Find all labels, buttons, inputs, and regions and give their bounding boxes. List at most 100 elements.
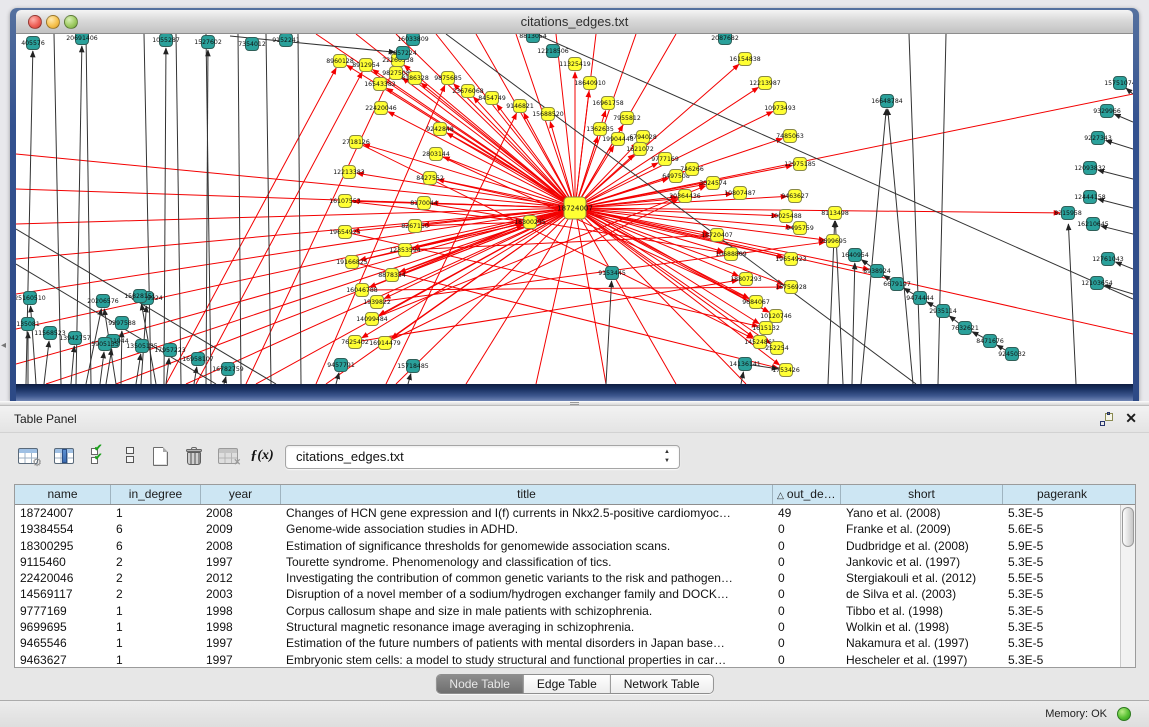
- edge-selected[interactable]: [16, 154, 575, 208]
- graph-node[interactable]: 15718485: [397, 360, 429, 373]
- graph-node-selected[interactable]: 1621072: [626, 143, 654, 156]
- graph-node[interactable]: 12444158: [1074, 191, 1106, 204]
- table-row[interactable]: 1872400712008Changes of HCN gene express…: [15, 505, 1135, 521]
- graph-node-selected[interactable]: 9777169: [651, 153, 679, 166]
- graph-node[interactable]: 16782759: [212, 363, 244, 376]
- float-panel-icon[interactable]: [1100, 413, 1113, 426]
- edge[interactable]: [606, 281, 612, 384]
- graph-node-selected[interactable]: 19654925: [329, 226, 361, 239]
- edge-selected[interactable]: [413, 208, 575, 248]
- graph-node-selected[interactable]: 9875685: [434, 72, 462, 85]
- graph-node-selected[interactable]: 7955812: [613, 112, 641, 125]
- graph-node[interactable]: 8938924: [863, 265, 891, 278]
- edge[interactable]: [106, 349, 112, 384]
- graph-node[interactable]: 9227343: [1084, 132, 1112, 145]
- edge[interactable]: [852, 263, 855, 384]
- graph-node-selected[interactable]: 19166825: [336, 256, 368, 269]
- edge[interactable]: [164, 48, 166, 384]
- table-row[interactable]: 946554611997Estimation of the future num…: [15, 635, 1135, 651]
- edge[interactable]: [1115, 262, 1133, 269]
- table-options-button[interactable]: ⚙: [14, 442, 42, 470]
- graph-node-selected[interactable]: 9699695: [819, 235, 847, 248]
- graph-node[interactable]: 14136141: [729, 358, 761, 371]
- graph-node-selected[interactable]: 9146821: [506, 100, 534, 113]
- graph-node-selected[interactable]: 8912954: [352, 59, 380, 72]
- graph-node[interactable]: 20691406: [66, 34, 98, 45]
- table-row[interactable]: 969969511998Structural magnetic resonanc…: [15, 619, 1135, 635]
- graph-node[interactable]: 2087682: [711, 34, 739, 45]
- tab-network-table[interactable]: Network Table: [611, 675, 713, 693]
- window-titlebar[interactable]: citations_edges.txt: [16, 10, 1133, 34]
- edge-selected[interactable]: [436, 154, 749, 299]
- tab-edge-table[interactable]: Edge Table: [524, 675, 611, 693]
- edge[interactable]: [86, 34, 91, 384]
- graph-node[interactable]: 1640954: [841, 249, 869, 262]
- graph-node[interactable]: 8813054: [519, 34, 547, 43]
- graph-node[interactable]: 12093832: [1074, 162, 1106, 175]
- table-row[interactable]: 946362711997Embryonic stem cells: a mode…: [15, 652, 1135, 668]
- graph-node-selected[interactable]: 12213383: [333, 166, 365, 179]
- delete-column-button[interactable]: [180, 442, 208, 470]
- edge[interactable]: [938, 34, 946, 384]
- graph-node[interactable]: 16210645: [1077, 218, 1109, 231]
- edge[interactable]: [26, 51, 33, 384]
- graph-node-selected[interactable]: 10973493: [764, 102, 796, 115]
- table-row[interactable]: 2242004622012Investigating the contribut…: [15, 570, 1135, 586]
- table-row[interactable]: 911546021997Tourette syndrome. Phenomeno…: [15, 554, 1135, 570]
- edge[interactable]: [71, 346, 74, 384]
- graph-node[interactable]: 8215958: [1054, 207, 1082, 220]
- collapse-panel-arrow-icon[interactable]: ◂: [1, 340, 6, 351]
- edge-selected[interactable]: [362, 287, 783, 290]
- graph-node-selected[interactable]: 10688809: [715, 248, 747, 261]
- tab-node-table[interactable]: Node Table: [436, 675, 524, 693]
- edge[interactable]: [176, 34, 181, 384]
- memory-status-indicator[interactable]: [1117, 707, 1131, 721]
- graph-node-selected[interactable]: 10120746: [760, 310, 792, 323]
- edge[interactable]: [861, 109, 886, 384]
- graph-node-selected[interactable]: 20364436: [669, 190, 701, 203]
- edge[interactable]: [1126, 88, 1133, 94]
- row-options-button[interactable]: [116, 442, 144, 470]
- edge[interactable]: [336, 373, 339, 384]
- edge[interactable]: [136, 354, 141, 384]
- edge[interactable]: [44, 341, 49, 384]
- column-header-name[interactable]: name: [15, 485, 111, 504]
- column-header-short[interactable]: short: [841, 485, 1003, 504]
- column-header-title[interactable]: title: [281, 485, 773, 504]
- edge-selected[interactable]: [387, 88, 575, 208]
- edge-selected[interactable]: [575, 94, 1133, 208]
- close-panel-icon[interactable]: ✕: [1125, 410, 1137, 427]
- edge[interactable]: [888, 109, 913, 384]
- edge-selected[interactable]: [575, 208, 769, 312]
- graph-node-selected[interactable]: 22420046: [365, 102, 397, 115]
- graph-node[interactable]: 9245032: [998, 348, 1026, 361]
- network-canvas[interactable]: 1872400718300295271812612213383161075531…: [16, 34, 1133, 384]
- edge[interactable]: [741, 372, 743, 384]
- graph-node-selected[interactable]: 16154838: [729, 53, 761, 66]
- graph-node-selected[interactable]: 10807487: [724, 187, 756, 200]
- edge[interactable]: [536, 34, 1133, 299]
- graph-node-selected[interactable]: 3024574: [699, 177, 727, 190]
- graph-node-selected[interactable]: 7485063: [776, 130, 804, 143]
- graph-node-selected[interactable]: 10025488: [770, 210, 802, 223]
- graph-node[interactable]: 16648784: [871, 95, 903, 108]
- graph-node[interactable]: 15751074: [1104, 77, 1133, 90]
- graph-node-selected[interactable]: 16961758: [592, 97, 624, 110]
- graph-node-selected[interactable]: 8170044: [410, 197, 438, 210]
- graph-node[interactable]: 9152241: [272, 34, 300, 47]
- table-scrollbar[interactable]: [1120, 505, 1135, 667]
- graph-node-selected[interactable]: 12353594: [389, 244, 421, 257]
- graph-node[interactable]: 9153445: [598, 267, 626, 280]
- show-column-button[interactable]: [50, 442, 78, 470]
- graph-node[interactable]: 16033809: [397, 34, 429, 46]
- graph-node[interactable]: 405576: [21, 37, 45, 50]
- graph-node-selected[interactable]: 7625402: [341, 336, 369, 349]
- graph-node[interactable]: 16958107: [182, 353, 214, 366]
- edge[interactable]: [266, 34, 271, 384]
- citation-network-graph[interactable]: 1872400718300295271812612213383161075531…: [16, 34, 1133, 384]
- edge[interactable]: [100, 352, 104, 384]
- edge-selected[interactable]: [166, 68, 336, 384]
- column-header-pagerank[interactable]: pagerank: [1003, 485, 1121, 504]
- edge[interactable]: [408, 374, 411, 384]
- column-header-in_degree[interactable]: in_degree: [111, 485, 201, 504]
